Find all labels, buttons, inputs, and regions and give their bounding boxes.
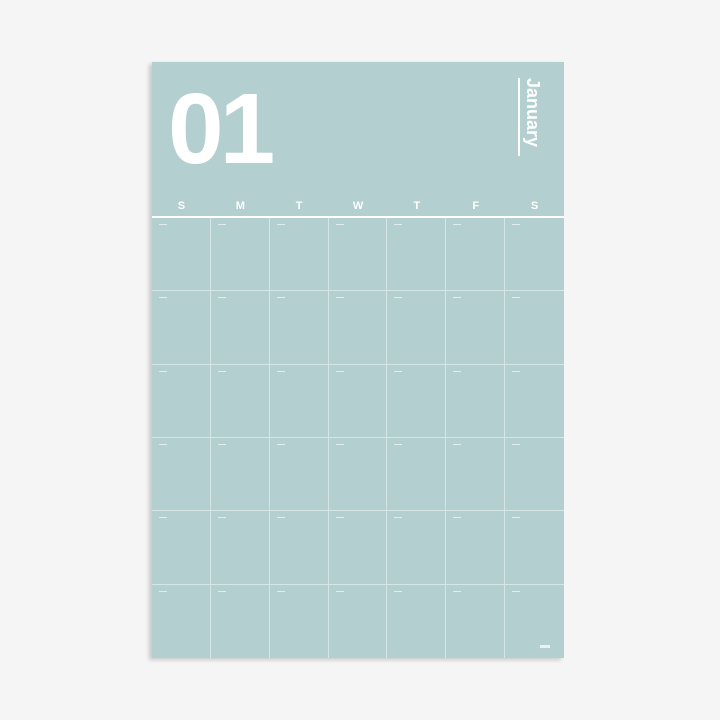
day-cell: [446, 584, 506, 658]
day-cell: [505, 218, 564, 292]
day-cell: [152, 584, 211, 658]
weekday-saturday: S: [530, 200, 539, 212]
day-cell-mark: [512, 224, 521, 225]
day-cell: [269, 438, 329, 512]
day-cell-mark: [453, 297, 462, 299]
day-cell: [152, 218, 211, 292]
day-cell: [210, 364, 270, 438]
day-cell-mark: [217, 517, 226, 519]
day-cell: [387, 218, 447, 292]
day-grid: [152, 218, 564, 658]
day-cell-mark: [335, 590, 344, 592]
day-cell: [210, 218, 270, 292]
day-cell-mark: [217, 444, 226, 445]
day-cell-mark: [512, 444, 521, 445]
day-cell-mark: [335, 517, 344, 519]
day-cell: [328, 364, 388, 438]
day-cell-mark: [453, 370, 462, 372]
day-cell-mark: [394, 444, 403, 445]
day-cell-mark: [159, 370, 167, 372]
day-cell: [446, 438, 506, 512]
day-cell-mark: [512, 370, 521, 372]
day-cell-mark: [276, 590, 285, 592]
day-cell-mark: [159, 590, 167, 592]
day-cell: [210, 438, 270, 512]
day-cell: [152, 364, 211, 438]
day-cell: [387, 291, 447, 365]
day-cell-mark: [394, 297, 403, 299]
day-cell: [152, 438, 211, 512]
day-cell: [211, 584, 270, 658]
day-cell: [446, 511, 506, 585]
day-cell-mark: [159, 297, 167, 299]
day-cell-mark: [217, 224, 226, 225]
day-cell: [387, 364, 447, 438]
day-cell-mark: [159, 444, 167, 445]
month-number: 01: [168, 73, 275, 185]
weekday-sunday: S: [177, 200, 186, 212]
day-cell-mark: [453, 517, 462, 519]
day-cell: [446, 218, 506, 292]
weekday-wednesday: W: [352, 200, 364, 212]
weekday-friday: F: [472, 200, 480, 212]
day-cell: [387, 511, 447, 585]
day-cell-mark: [335, 297, 344, 299]
day-cell: [446, 364, 506, 438]
day-cell: [505, 585, 564, 658]
day-cell-mark: [159, 224, 167, 225]
day-cell: [505, 438, 564, 512]
month-name-rule: [518, 78, 520, 156]
month-name-block: January: [518, 78, 544, 156]
day-cell: [210, 511, 270, 585]
day-cell-mark: [394, 590, 403, 592]
day-cell: [505, 291, 564, 365]
day-cell: [328, 511, 388, 585]
day-cell-mark: [335, 370, 344, 372]
day-cell-mark: [394, 370, 403, 372]
day-cell: [328, 291, 388, 365]
day-cell: [387, 438, 447, 512]
day-cell: [152, 291, 211, 365]
day-cell-mark: [453, 224, 462, 225]
day-cell-mark: [217, 370, 226, 372]
day-cell: [328, 438, 388, 512]
day-cell-mark: [335, 224, 344, 225]
weekday-thursday: T: [413, 200, 421, 212]
day-cell-mark: [217, 297, 226, 299]
day-cell-mark: [276, 444, 285, 445]
day-cell-mark: [512, 297, 521, 299]
brand-mark: [540, 645, 550, 648]
day-cell: [269, 511, 329, 585]
day-cell-mark: [276, 224, 285, 225]
day-cell: [505, 511, 564, 585]
day-cell: [269, 364, 329, 438]
day-cell-mark: [276, 297, 285, 299]
day-cell-mark: [276, 370, 285, 372]
day-cell: [269, 218, 329, 292]
day-cell-mark: [512, 517, 521, 519]
day-cell-mark: [217, 590, 226, 592]
day-cell: [446, 291, 506, 365]
day-cell-mark: [512, 590, 521, 592]
day-cell: [329, 584, 388, 658]
calendar-poster: 01 January S M T W T F S: [152, 62, 564, 658]
weekday-tuesday: T: [295, 200, 303, 212]
month-name: January: [523, 78, 543, 148]
day-cell-mark: [335, 444, 344, 445]
day-cell-mark: [159, 517, 167, 519]
day-cell: [210, 291, 270, 365]
weekday-monday: M: [235, 200, 245, 212]
day-cell: [152, 511, 211, 585]
weekday-header: S M T W T F S: [152, 198, 564, 214]
day-cell-mark: [453, 590, 462, 592]
day-cell: [505, 365, 564, 438]
day-cell: [270, 584, 329, 658]
day-cell: [387, 584, 447, 658]
day-cell-mark: [276, 517, 285, 519]
day-cell-mark: [394, 224, 403, 225]
day-cell: [269, 291, 329, 365]
day-cell-mark: [394, 517, 403, 519]
day-cell: [328, 218, 388, 292]
day-cell-mark: [453, 444, 462, 445]
